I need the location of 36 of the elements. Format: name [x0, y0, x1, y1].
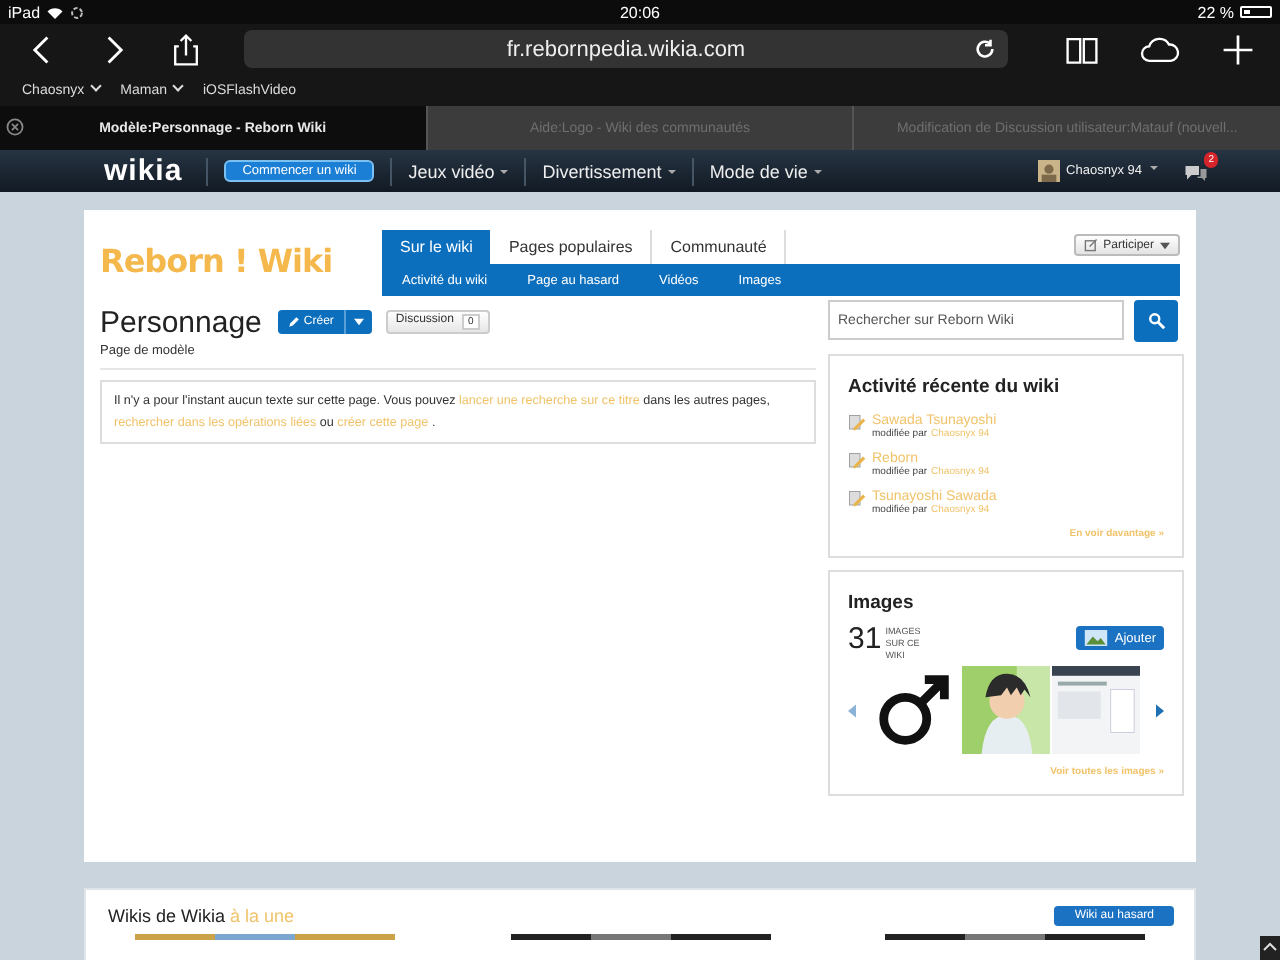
battery-percent: 22 %	[1197, 3, 1234, 21]
plus-icon[interactable]	[1220, 31, 1256, 67]
reload-icon[interactable]	[974, 38, 996, 60]
device-name: iPad	[8, 3, 41, 21]
page-edit-icon	[848, 490, 866, 508]
clock: 20:06	[619, 3, 661, 21]
image-count: 31	[848, 622, 882, 656]
notifications-icon[interactable]	[1184, 161, 1208, 181]
next-arrow-icon[interactable]	[1156, 703, 1164, 717]
activity-icon	[70, 5, 85, 19]
photo-icon	[1084, 630, 1109, 646]
pencil-icon	[287, 316, 300, 328]
avatar-icon[interactable]	[1038, 160, 1061, 182]
module-title: Activité récente du wiki	[848, 376, 1062, 398]
page-title: Personnage	[100, 305, 262, 339]
search-button[interactable]	[1134, 300, 1178, 342]
nav-menu[interactable]: Divertissement	[542, 161, 676, 181]
nav-menu[interactable]: Mode de vie	[709, 161, 822, 181]
address-field[interactable]: fr.rebornpedia.wikia.com	[244, 30, 1008, 68]
wiki-tab[interactable]: Sur le wiki	[382, 230, 491, 264]
caret-icon	[353, 318, 364, 326]
module-title: Images	[848, 592, 916, 614]
section-title: Wikis de Wikia à la une	[108, 906, 295, 926]
edit-icon	[1083, 238, 1098, 252]
caret-icon	[1160, 241, 1170, 249]
share-icon[interactable]	[168, 31, 204, 67]
page-edit-icon	[848, 452, 866, 470]
wikia-logo[interactable]: wikia	[104, 154, 183, 188]
page-edit-icon	[848, 414, 866, 432]
battery-icon	[1240, 6, 1272, 18]
dropdown-button[interactable]	[343, 310, 372, 334]
scroll-top-icon[interactable]	[1260, 936, 1280, 960]
wifi-icon	[46, 5, 65, 19]
close-icon[interactable]	[6, 118, 24, 136]
search-icon	[1147, 312, 1165, 330]
nav-menu[interactable]: Jeux vidéo	[408, 161, 509, 181]
